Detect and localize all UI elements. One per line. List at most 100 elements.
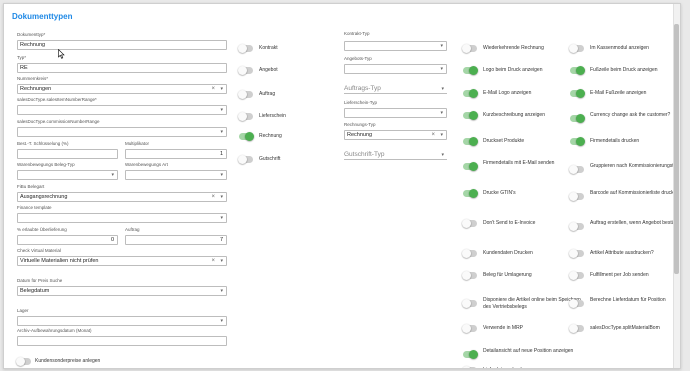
auftrag-erstellen-wenn-angebot-best-tigt-ist-toggle[interactable] — [569, 222, 584, 231]
fulfillment-per-job-senden-toggle[interactable] — [569, 271, 584, 280]
clear-icon[interactable]: × — [431, 131, 435, 139]
lieferdatum-drucken-toggle[interactable] — [462, 366, 477, 368]
toggle-knob — [462, 366, 471, 368]
lieferschein-typ-select[interactable]: ▾ — [344, 108, 447, 118]
e-mail-logo-anzeigen-toggle[interactable] — [463, 89, 478, 98]
commission-number-range-select[interactable]: ▾ — [17, 127, 227, 137]
chevron-down-icon[interactable]: ▾ — [441, 151, 444, 159]
auftrag-input[interactable]: 7 — [125, 235, 227, 245]
chevron-down-icon[interactable]: ▾ — [220, 214, 223, 222]
gutschrift-typ-select[interactable]: Gutschrift-Typ ▾ — [344, 151, 447, 160]
lieferschein-toggle[interactable] — [238, 112, 253, 121]
toggle-knob — [469, 111, 478, 120]
clear-icon[interactable]: × — [211, 85, 215, 93]
chevron-down-icon[interactable]: ▾ — [220, 317, 223, 325]
typ-input[interactable]: RE — [17, 63, 227, 73]
fibu-belegart-select[interactable]: Ausgangsrechnung × ▾ — [17, 192, 227, 202]
toggle-knob — [238, 44, 247, 53]
check-virtual-material-select[interactable]: Virtuelle Materialien nicht prüfen × ▾ — [17, 256, 227, 266]
barcode-auf-kommissionierliste-drucken-toggle[interactable] — [569, 192, 584, 201]
toggle-knob — [576, 66, 585, 75]
nummernkreis-label: Nummernkreis* — [17, 76, 49, 81]
disponiere-die-artikel-online-beim-speichern-des-vertriebsbelegs-toggle[interactable] — [462, 299, 477, 308]
toggle-knob — [469, 66, 478, 75]
datum-preis-suche-value: Belegdatum — [20, 288, 50, 294]
firmendetails-mit-e-mail-senden-toggle[interactable] — [463, 162, 478, 171]
e-mail-fu-zeile-anzeigen-toggle[interactable] — [570, 89, 585, 98]
sales-item-number-range-select[interactable]: ▾ — [17, 105, 227, 115]
chevron-down-icon[interactable]: ▾ — [440, 65, 443, 73]
artikel-attribute-ausdrucken-label: Artikel Attribute ausdrucken? — [590, 250, 654, 256]
chevron-down-icon[interactable]: ▾ — [220, 85, 223, 93]
kontrakt-typ-label: Kontrakt-Typ — [344, 31, 370, 36]
chevron-down-icon[interactable]: ▾ — [220, 106, 223, 114]
kurzbeschreibung-anzeigen-toggle[interactable] — [463, 111, 478, 120]
chevron-down-icon[interactable]: ▾ — [440, 42, 443, 50]
auftrags-typ-select[interactable]: Auftrags-Typ ▾ — [344, 85, 447, 94]
gutschrift-toggle[interactable] — [238, 155, 253, 164]
chevron-down-icon[interactable]: ▾ — [441, 85, 444, 93]
finance-template-select[interactable]: ▾ — [17, 213, 227, 223]
gruppieren-nach-kommissionierungstext-toggle[interactable] — [569, 165, 584, 174]
lieferdatum-drucken-label: Lieferdatum drucken — [483, 367, 583, 368]
chevron-down-icon[interactable]: ▾ — [220, 287, 223, 295]
berechne-lieferdatum-f-r-position-toggle[interactable] — [569, 299, 584, 308]
clear-icon[interactable]: × — [211, 257, 215, 265]
rechnungs-typ-select[interactable]: Rechnung × ▾ — [344, 130, 447, 140]
erlaubte-ueberlieferung-input[interactable]: 0 — [17, 235, 118, 245]
commission-number-range-label: salesDocType.commissionNumberRange — [17, 119, 100, 124]
vertical-scrollbar[interactable] — [673, 4, 680, 368]
kontrakt-toggle[interactable] — [238, 44, 253, 53]
scrollbar-thumb[interactable] — [674, 24, 679, 274]
chevron-down-icon[interactable]: ▾ — [220, 257, 223, 265]
warenbewegung-art-select[interactable]: ▾ — [125, 170, 227, 180]
lager-select[interactable]: ▾ — [17, 316, 227, 326]
kundensonderpreise-toggle[interactable] — [16, 357, 31, 366]
clear-icon[interactable]: × — [211, 193, 215, 201]
logo-beim-druck-anzeigen-toggle[interactable] — [463, 66, 478, 75]
lieferschein-label: Lieferschein — [259, 113, 286, 119]
chevron-down-icon[interactable]: ▾ — [220, 193, 223, 201]
wiederkehrende-rechnung-toggle[interactable] — [462, 44, 477, 53]
archiv-aufbewahrungsdatum-label: Archiv-Aufbewahrungsdatum (Monat) — [17, 328, 92, 333]
auftrag-toggle[interactable] — [238, 90, 253, 99]
best-schluesselung-input[interactable] — [17, 149, 118, 159]
nummernkreis-select[interactable]: Rechnungen × ▾ — [17, 84, 227, 94]
rechnung-toggle[interactable] — [239, 132, 254, 141]
warenbewegung-beleg-typ-select[interactable]: ▾ — [17, 170, 118, 180]
auftrags-typ-placeholder: Auftrags-Typ — [344, 85, 381, 92]
angebot-toggle[interactable] — [238, 66, 253, 75]
multiplikator-input[interactable]: 1 — [125, 149, 227, 159]
chevron-down-icon[interactable]: ▾ — [220, 171, 223, 179]
kontrakt-typ-select[interactable]: ▾ — [344, 41, 447, 51]
chevron-down-icon[interactable]: ▾ — [440, 131, 443, 139]
detailansicht-auf-neue-position-anzeigen-toggle[interactable] — [463, 350, 478, 359]
beleg-f-r-umlagerung-toggle[interactable] — [462, 271, 477, 280]
toggle-knob — [462, 271, 471, 280]
drucke-gtin-s-toggle[interactable] — [463, 189, 478, 198]
datum-preis-suche-select[interactable]: Belegdatum ▾ — [17, 286, 227, 296]
firmendetails-drucken-toggle[interactable] — [570, 137, 585, 146]
rechnung-label: Rechnung — [259, 133, 282, 139]
archiv-aufbewahrungsdatum-input[interactable] — [17, 336, 227, 346]
datum-preis-suche-label: Datum für Preis Suche — [17, 278, 63, 283]
auftrag-label: Auftrag — [259, 91, 276, 97]
salesdoctype-splitmaterialbom-toggle[interactable] — [569, 324, 584, 333]
kundendaten-drucken-toggle[interactable] — [462, 249, 477, 258]
don-t-send-to-e-invoice-toggle[interactable] — [462, 219, 477, 228]
currency-change-ask-the-customer-toggle[interactable] — [570, 114, 585, 123]
druckset-produkte-toggle[interactable] — [463, 137, 478, 146]
verwende-in-mrp-toggle[interactable] — [462, 324, 477, 333]
toggle-knob — [462, 299, 471, 308]
im-kassenmodul-anzeigen-toggle[interactable] — [569, 44, 584, 53]
erlaubte-ueberlieferung-value: 0 — [110, 237, 114, 243]
toggle-knob — [16, 357, 25, 366]
fu-zeile-beim-druck-anzeigen-toggle[interactable] — [570, 66, 585, 75]
chevron-down-icon[interactable]: ▾ — [111, 171, 114, 179]
dokumenttyp-input[interactable]: Rechnung — [17, 40, 227, 50]
chevron-down-icon[interactable]: ▾ — [440, 109, 443, 117]
angebots-typ-select[interactable]: ▾ — [344, 64, 447, 74]
chevron-down-icon[interactable]: ▾ — [220, 128, 223, 136]
toggle-knob — [569, 44, 578, 53]
artikel-attribute-ausdrucken-toggle[interactable] — [569, 249, 584, 258]
